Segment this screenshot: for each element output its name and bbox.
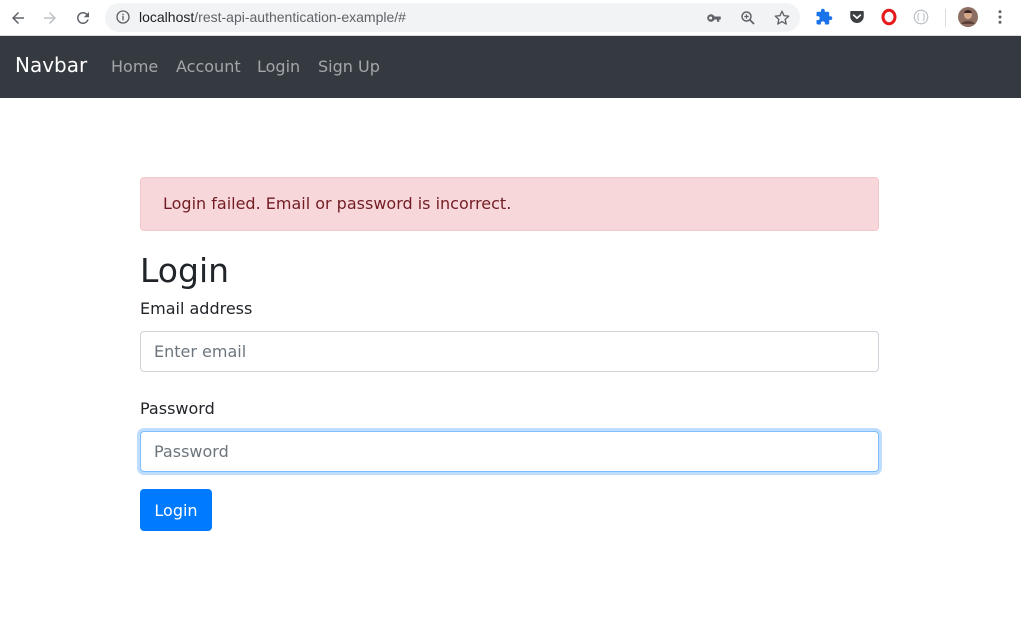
url-path: /rest-api-authentication-example/# [194, 9, 406, 25]
reload-button[interactable] [71, 6, 95, 30]
url-text: localhost/rest-api-authentication-exampl… [139, 9, 406, 25]
kebab-menu-icon[interactable] [991, 8, 1009, 26]
password-label: Password [140, 399, 215, 418]
avatar[interactable] [958, 7, 978, 27]
key-icon[interactable] [705, 9, 723, 27]
zoom-icon[interactable] [739, 9, 757, 27]
back-button[interactable] [6, 6, 30, 30]
url-host: localhost [139, 9, 195, 25]
arrow-left-icon [12, 12, 24, 24]
login-form: Email address Password Login [140, 297, 879, 531]
info-icon[interactable] [115, 9, 131, 25]
alert-message: Login failed. Email or password is incor… [163, 194, 512, 213]
password-field[interactable] [140, 431, 879, 472]
address-bar[interactable]: localhost/rest-api-authentication-exampl… [105, 3, 800, 32]
login-button[interactable]: Login [140, 489, 212, 531]
toolbar-divider [945, 9, 946, 27]
error-alert: Login failed. Email or password is incor… [140, 177, 879, 231]
nav-link-account[interactable]: Account [176, 57, 241, 76]
navbar-brand[interactable]: Navbar [15, 53, 87, 77]
globe-icon[interactable] [912, 8, 930, 26]
browser-toolbar: localhost/rest-api-authentication-exampl… [0, 0, 1021, 36]
nav-link-home[interactable]: Home [111, 57, 158, 76]
navbar: Navbar Home Account Login Sign Up [0, 36, 1021, 98]
forward-button[interactable] [38, 6, 62, 30]
nav-link-login[interactable]: Login [257, 57, 300, 76]
page-title: Login [140, 251, 230, 290]
pocket-icon[interactable] [848, 8, 866, 26]
email-label: Email address [140, 299, 253, 318]
arrow-right-icon [44, 12, 56, 24]
star-icon[interactable] [773, 9, 791, 27]
main-content: Login failed. Email or password is incor… [140, 177, 879, 531]
nav-link-sign-up[interactable]: Sign Up [318, 57, 380, 76]
email-field[interactable] [140, 331, 879, 372]
opera-icon[interactable] [880, 8, 898, 26]
reload-icon [76, 11, 89, 24]
puzzle-icon[interactable] [815, 8, 833, 26]
